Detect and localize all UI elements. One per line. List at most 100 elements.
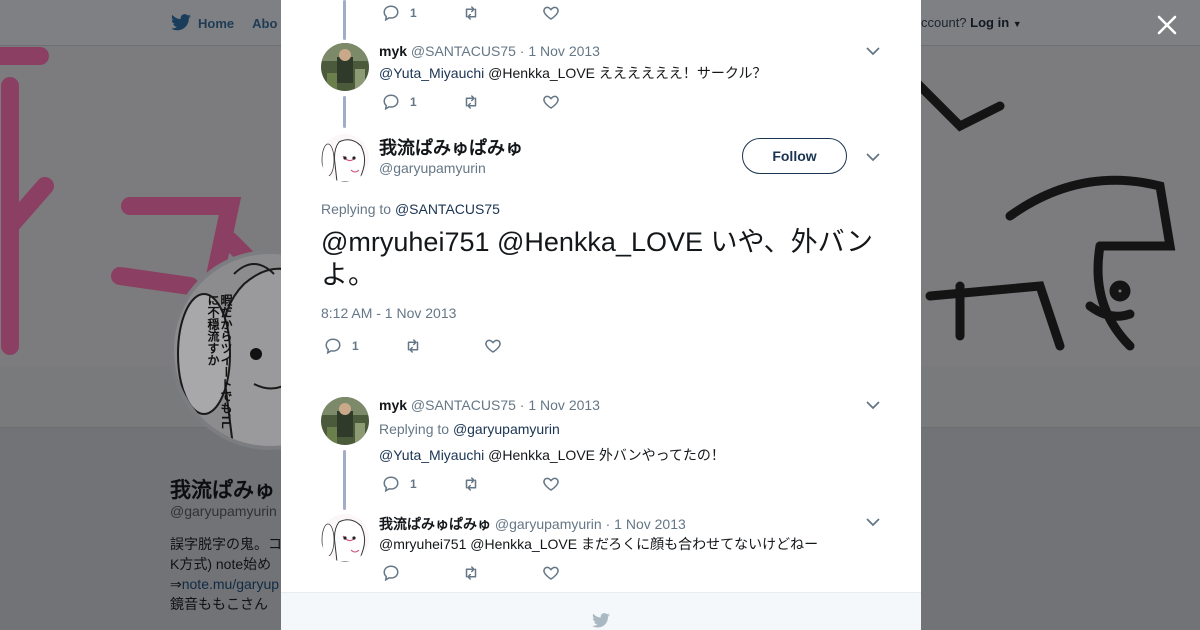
tweet-author-name[interactable]: myk bbox=[379, 43, 407, 59]
reply-count: 1 bbox=[410, 477, 417, 491]
reply-icon bbox=[383, 565, 399, 582]
reply-action[interactable]: 1 bbox=[382, 475, 462, 493]
thread-connector bbox=[343, 0, 346, 40]
retweet-icon bbox=[465, 566, 477, 580]
avatar-illustration bbox=[321, 514, 369, 562]
replying-prefix: Replying to bbox=[379, 421, 453, 437]
tweet-actions: 1 bbox=[382, 475, 560, 493]
tweet-avatar[interactable] bbox=[321, 514, 369, 562]
tweet-date[interactable]: 1 Nov 2013 bbox=[528, 397, 600, 413]
retweet-action[interactable] bbox=[462, 93, 542, 111]
main-tweet-actions: 1 bbox=[324, 337, 502, 355]
tweet-dot: · bbox=[605, 516, 611, 532]
tweet-author-handle[interactable]: @SANTACUS75 bbox=[411, 43, 516, 59]
like-icon bbox=[543, 95, 559, 109]
mention-link[interactable]: @Yuta_Miyauchi bbox=[379, 65, 484, 81]
modal-footer bbox=[281, 592, 921, 630]
retweet-icon bbox=[465, 6, 477, 20]
tweet-text: @Yuta_Miyauchi @Henkka_LOVE ええええええ！サークル？ bbox=[379, 63, 766, 83]
reply-count: 1 bbox=[352, 339, 359, 353]
replying-to-link[interactable]: @garyupamyurin bbox=[453, 421, 560, 437]
tweet-dot: · bbox=[519, 397, 525, 413]
bio-line: 鏡音ももこさん bbox=[170, 596, 268, 612]
main-tweet-author-handle[interactable]: @garyupamyurin bbox=[379, 160, 486, 176]
profile-handle: @garyupamyurin bbox=[170, 503, 277, 519]
avatar-illustration bbox=[321, 134, 369, 182]
retweet-icon bbox=[465, 95, 477, 109]
thread-tweet[interactable]: myk @SANTACUS75 · 1 Nov 2013 Replying to… bbox=[321, 397, 881, 497]
nav-about-link[interactable]: Abo bbox=[252, 16, 277, 31]
tweet-actions: 1 bbox=[382, 4, 560, 22]
like-icon bbox=[543, 566, 559, 580]
nav-login-area: ccount? Log in ▼ bbox=[921, 15, 1022, 30]
like-icon bbox=[485, 339, 501, 353]
nav-home-link[interactable]: Home bbox=[198, 16, 234, 31]
chevron-down-icon[interactable] bbox=[865, 514, 881, 530]
reply-icon bbox=[383, 476, 399, 493]
profile-name: 我流ぱみゅ bbox=[170, 479, 275, 502]
tweet-avatar[interactable] bbox=[321, 397, 369, 445]
thread-connector bbox=[343, 96, 346, 128]
chevron-down-icon[interactable] bbox=[865, 397, 881, 413]
like-action[interactable] bbox=[542, 475, 560, 493]
avatar-photo bbox=[321, 43, 369, 91]
main-tweet-text: @mryuhei751 @Henkka_LOVE いや、外バンよ。 bbox=[321, 227, 874, 290]
tweet-actions bbox=[382, 564, 560, 582]
reply-action[interactable]: 1 bbox=[382, 93, 462, 111]
tweet-author-name[interactable]: 我流ぱみゅぱみゅ bbox=[379, 516, 491, 532]
close-icon[interactable] bbox=[1154, 12, 1180, 38]
thread-tweet[interactable]: 我流ぱみゅぱみゅ @garyupamyurin · 1 Nov 2013 @mr… bbox=[321, 514, 881, 589]
bio-arrow: ⇒ bbox=[170, 576, 182, 592]
replying-to-line: Replying to @garyupamyurin bbox=[379, 421, 560, 437]
twitter-bird-icon[interactable] bbox=[170, 14, 192, 32]
like-action[interactable] bbox=[542, 93, 560, 111]
bio-line: ⇒note.mu/garyup bbox=[170, 574, 282, 594]
thread-connector bbox=[343, 450, 346, 510]
reply-action[interactable]: 1 bbox=[324, 337, 404, 355]
tweet-author-name[interactable]: myk bbox=[379, 397, 407, 413]
account-prompt: ccount? bbox=[921, 15, 967, 30]
main-tweet-author-name[interactable]: 我流ぱみゅぱみゅ bbox=[379, 134, 523, 160]
retweet-action[interactable] bbox=[462, 475, 542, 493]
bio-line: 誤字脱字の鬼。コ bbox=[170, 536, 282, 552]
thread-tweet[interactable]: myk @SANTACUS75 · 1 Nov 2013 @Yuta_Miyau… bbox=[321, 43, 881, 123]
tweet-header: myk @SANTACUS75 · 1 Nov 2013 bbox=[379, 43, 600, 59]
caret-down-icon[interactable]: ▼ bbox=[1013, 19, 1022, 29]
tweet-actions: 1 bbox=[382, 93, 560, 111]
reply-action[interactable] bbox=[382, 564, 462, 582]
retweet-icon bbox=[465, 477, 477, 491]
like-icon bbox=[543, 477, 559, 491]
tweet-date[interactable]: 1 Nov 2013 bbox=[614, 516, 686, 532]
bio-link[interactable]: note.mu/garyup bbox=[182, 576, 279, 592]
avatar-photo bbox=[321, 397, 369, 445]
retweet-icon bbox=[407, 339, 419, 353]
like-icon bbox=[543, 6, 559, 20]
tweet-author-handle[interactable]: @garyupamyurin bbox=[495, 516, 602, 532]
tweet-date[interactable]: 1 Nov 2013 bbox=[528, 43, 600, 59]
login-link[interactable]: Log in bbox=[970, 15, 1009, 30]
reply-action[interactable]: 1 bbox=[382, 4, 462, 22]
follow-button[interactable]: Follow bbox=[742, 138, 847, 174]
reply-icon bbox=[325, 338, 341, 355]
main-tweet-timestamp[interactable]: 8:12 AM - 1 Nov 2013 bbox=[321, 305, 456, 321]
tweet-dot: · bbox=[519, 43, 525, 59]
retweet-action[interactable] bbox=[462, 4, 542, 22]
main-tweet-avatar[interactable] bbox=[321, 134, 369, 182]
chevron-down-icon[interactable] bbox=[865, 149, 881, 165]
replying-to-link[interactable]: @SANTACUS75 bbox=[395, 201, 500, 217]
replying-prefix: Replying to bbox=[321, 201, 395, 217]
reply-count: 1 bbox=[410, 95, 417, 109]
mention-link[interactable]: @Yuta_Miyauchi bbox=[379, 447, 484, 463]
tweet-author-handle[interactable]: @SANTACUS75 bbox=[411, 397, 516, 413]
chevron-down-icon[interactable] bbox=[865, 43, 881, 59]
avatar-caption: 暇だからツイートでもTLに不穏流すか bbox=[206, 294, 233, 429]
bio-line: K方式) note始め bbox=[170, 556, 272, 572]
retweet-action[interactable] bbox=[462, 564, 542, 582]
like-action[interactable] bbox=[542, 4, 560, 22]
tweet-avatar[interactable] bbox=[321, 43, 369, 91]
reply-count: 1 bbox=[410, 6, 417, 20]
replying-to-line: Replying to @SANTACUS75 bbox=[321, 201, 500, 217]
like-action[interactable] bbox=[484, 337, 502, 355]
like-action[interactable] bbox=[542, 564, 560, 582]
retweet-action[interactable] bbox=[404, 337, 484, 355]
